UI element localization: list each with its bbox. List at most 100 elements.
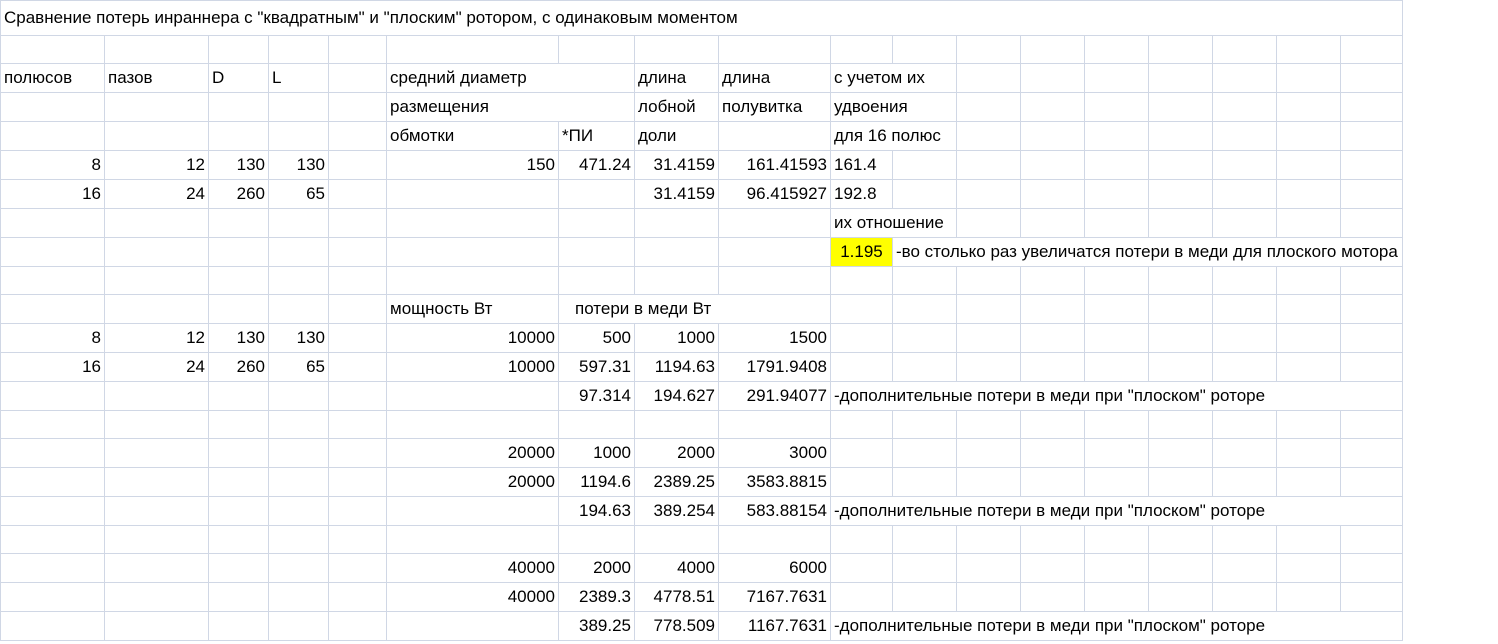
cell[interactable] <box>328 35 387 64</box>
cell[interactable] <box>718 237 831 267</box>
cell-loss-a[interactable]: 2389.3 <box>558 582 635 612</box>
cell-power[interactable]: 10000 <box>386 323 559 353</box>
cell-loss-a[interactable]: 389.25 <box>558 611 635 641</box>
cell[interactable] <box>328 410 387 439</box>
cell[interactable] <box>718 266 831 295</box>
cell-l[interactable]: 130 <box>268 150 329 180</box>
cell[interactable] <box>208 121 269 151</box>
cell-power[interactable]: 20000 <box>386 467 559 497</box>
cell-power[interactable]: 10000 <box>386 352 559 382</box>
cell-poles[interactable]: 8 <box>0 323 105 353</box>
cell-loss-a[interactable]: 1194.6 <box>558 467 635 497</box>
cell[interactable] <box>386 496 559 526</box>
cell-l[interactable]: 65 <box>268 352 329 382</box>
cell[interactable] <box>1340 179 1403 209</box>
cell[interactable] <box>1340 553 1403 583</box>
cell[interactable] <box>328 496 387 526</box>
cell[interactable] <box>830 467 893 497</box>
cell-poles[interactable]: 8 <box>0 150 105 180</box>
cell[interactable] <box>208 35 269 64</box>
cell[interactable] <box>104 237 209 267</box>
cell[interactable] <box>1020 266 1085 295</box>
cell[interactable] <box>1020 294 1085 324</box>
sheet-title[interactable]: Сравнение потерь инраннера с "квадратным… <box>0 0 1403 36</box>
cell[interactable] <box>1148 294 1213 324</box>
cell[interactable] <box>1020 35 1085 64</box>
cell-loss-c[interactable]: 583.88154 <box>718 496 831 526</box>
cell[interactable] <box>1340 294 1403 324</box>
cell[interactable] <box>104 381 209 411</box>
cell-loss-b[interactable]: 2389.25 <box>634 467 719 497</box>
cell[interactable] <box>1212 553 1277 583</box>
cell[interactable] <box>1212 92 1277 122</box>
cell[interactable] <box>1340 35 1403 64</box>
cell-slots[interactable]: 12 <box>104 323 209 353</box>
cell[interactable] <box>104 410 209 439</box>
cell-half-turn[interactable]: 161.41593 <box>718 150 831 180</box>
cell[interactable] <box>0 467 105 497</box>
cell[interactable] <box>208 582 269 612</box>
cell[interactable] <box>268 467 329 497</box>
cell[interactable] <box>1084 35 1149 64</box>
cell[interactable] <box>1276 266 1341 295</box>
cell[interactable] <box>0 92 105 122</box>
cell[interactable] <box>956 582 1021 612</box>
cell[interactable] <box>268 266 329 295</box>
cell[interactable] <box>1276 323 1341 353</box>
cell[interactable] <box>1276 438 1341 468</box>
cell-loss-a[interactable]: 500 <box>558 323 635 353</box>
cell[interactable] <box>104 611 209 641</box>
cell[interactable] <box>718 410 831 439</box>
cell-d[interactable]: 260 <box>208 179 269 209</box>
cell[interactable] <box>1148 582 1213 612</box>
cell[interactable] <box>956 179 1021 209</box>
cell[interactable] <box>1084 208 1149 238</box>
cell[interactable] <box>208 611 269 641</box>
header-doubled[interactable]: с учетом их <box>830 63 957 93</box>
cell[interactable] <box>1020 92 1085 122</box>
cell[interactable] <box>268 582 329 612</box>
cell-d[interactable]: 130 <box>208 150 269 180</box>
cell[interactable] <box>892 150 957 180</box>
cell[interactable] <box>956 63 1021 93</box>
cell[interactable] <box>386 381 559 411</box>
cell[interactable] <box>1020 438 1085 468</box>
cell[interactable] <box>1084 294 1149 324</box>
cell[interactable] <box>1340 438 1403 468</box>
cell[interactable] <box>1340 63 1403 93</box>
cell[interactable] <box>1084 438 1149 468</box>
cell[interactable] <box>1212 323 1277 353</box>
cell[interactable] <box>1340 150 1403 180</box>
cell[interactable] <box>558 410 635 439</box>
cell[interactable] <box>1340 266 1403 295</box>
cell[interactable] <box>1084 121 1149 151</box>
cell[interactable] <box>1020 467 1085 497</box>
cell-half-turn[interactable]: 96.415927 <box>718 179 831 209</box>
cell[interactable] <box>328 266 387 295</box>
cell[interactable] <box>1148 179 1213 209</box>
cell[interactable] <box>1276 467 1341 497</box>
cell[interactable] <box>1276 553 1341 583</box>
cell[interactable] <box>956 323 1021 353</box>
cell[interactable] <box>1084 150 1149 180</box>
cell[interactable] <box>1340 121 1403 151</box>
cell[interactable] <box>104 582 209 612</box>
cell[interactable] <box>268 294 329 324</box>
header-slots[interactable]: пазов <box>104 63 209 93</box>
header-d[interactable]: D <box>208 63 269 93</box>
cell[interactable] <box>1020 582 1085 612</box>
cell[interactable] <box>1020 410 1085 439</box>
extra-loss-note[interactable]: -дополнительные потери в меди при "плоск… <box>830 611 1403 641</box>
cell[interactable] <box>0 237 105 267</box>
header-mean-diameter-3[interactable]: обмотки <box>386 121 559 151</box>
cell[interactable] <box>956 352 1021 382</box>
cell-end-length[interactable]: 31.4159 <box>634 179 719 209</box>
cell[interactable] <box>1340 525 1403 554</box>
cell[interactable] <box>208 525 269 554</box>
cell[interactable] <box>328 381 387 411</box>
cell[interactable] <box>0 294 105 324</box>
cell[interactable] <box>1084 266 1149 295</box>
cell[interactable] <box>1276 208 1341 238</box>
cell[interactable] <box>1148 121 1213 151</box>
cell[interactable] <box>1084 410 1149 439</box>
